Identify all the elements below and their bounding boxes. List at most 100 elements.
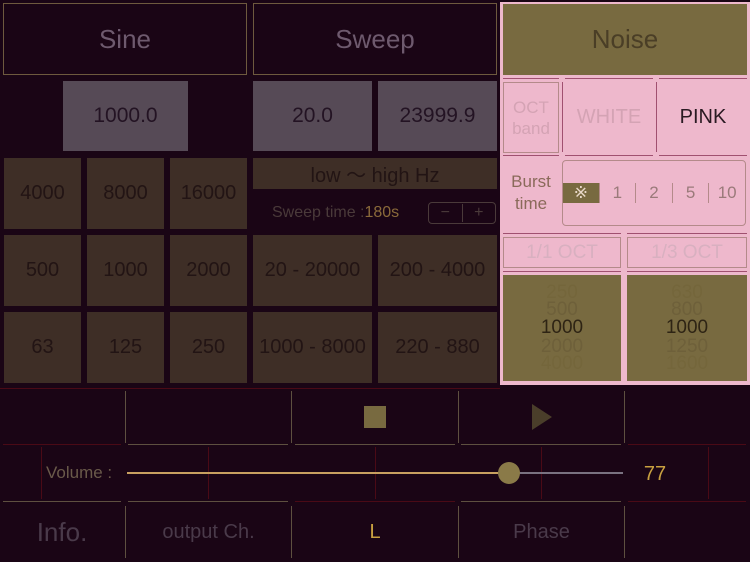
sine-mode-button[interactable]: Sine	[3, 3, 247, 75]
divider	[659, 155, 747, 156]
sweep-time-stepper[interactable]: − +	[428, 202, 496, 224]
white-label: WHITE	[576, 106, 642, 128]
volume-slider[interactable]	[127, 462, 623, 484]
sweep-preset-button[interactable]: 20 - 20000	[253, 235, 372, 306]
picker-item[interactable]: 4000	[541, 354, 583, 373]
divider	[562, 82, 563, 152]
sweep-time-increase-button[interactable]: +	[461, 204, 496, 222]
burst-time-label: Burst time	[503, 160, 559, 226]
sine-preset-label: 125	[108, 336, 143, 358]
burst-option[interactable]: 1	[598, 183, 636, 203]
burst-label-2: time	[514, 194, 548, 213]
divider	[125, 391, 126, 443]
volume-slider-thumb[interactable]	[498, 462, 520, 484]
sine-preset-button[interactable]: 125	[87, 312, 164, 383]
sweep-preset-button[interactable]: 200 - 4000	[378, 235, 497, 306]
oct-1-3-label: 1/3 OCT	[651, 241, 723, 263]
picker-item[interactable]: 630	[671, 283, 703, 302]
oct-1-1-frequency-picker[interactable]: 250 500 1000 2000 4000	[503, 275, 621, 381]
divider	[628, 501, 746, 502]
sine-preset-button[interactable]: 16000	[170, 158, 247, 229]
divider	[128, 501, 288, 502]
divider	[461, 444, 621, 445]
sine-preset-label: 4000	[20, 182, 65, 204]
sweep-preset-label: 20 - 20000	[264, 259, 361, 281]
burst-option[interactable]: 10	[708, 183, 745, 203]
sweep-preset-label: 220 - 880	[395, 336, 480, 358]
sine-preset-label: 2000	[186, 259, 231, 281]
sine-preset-button[interactable]: 500	[4, 235, 81, 306]
sine-preset-label: 250	[191, 336, 226, 358]
picker-item[interactable]: 1600	[666, 354, 708, 373]
volume-label-text: Volume :	[46, 463, 113, 482]
picker-item[interactable]: 250	[546, 283, 578, 302]
divider	[295, 501, 455, 502]
oct-1-1-button[interactable]: 1/1 OCT	[503, 237, 621, 268]
channel-value: L	[369, 520, 381, 543]
volume-label: Volume :	[46, 460, 126, 486]
divider	[624, 506, 625, 558]
picker-item[interactable]: 500	[546, 300, 578, 319]
sweep-time-decrease-button[interactable]: −	[429, 204, 462, 222]
divider	[503, 271, 621, 272]
sweep-time-label: Sweep time :	[272, 204, 365, 221]
picker-item[interactable]: 1000	[666, 318, 708, 338]
divider	[128, 444, 288, 445]
burst-label-1: Burst	[511, 172, 551, 191]
sweep-high-field[interactable]: 23999.9	[378, 81, 497, 151]
output-channel-button[interactable]: output Ch.	[126, 506, 291, 558]
sweep-direction-button[interactable]: low 〜 high Hz	[253, 158, 497, 189]
sweep-low-field[interactable]: 20.0	[253, 81, 372, 151]
noise-mode-button[interactable]: Noise	[503, 4, 747, 75]
sine-preset-button[interactable]: 8000	[87, 158, 164, 229]
sweep-label: Sweep	[335, 23, 415, 54]
oct-1-3-button[interactable]: 1/3 OCT	[627, 237, 747, 268]
oct-band-label-1: OCT	[513, 97, 549, 117]
divider	[659, 78, 747, 79]
pink-noise-button[interactable]: PINK	[659, 80, 747, 155]
channel-value-button[interactable]: L	[292, 506, 458, 558]
white-noise-button[interactable]: WHITE	[565, 80, 653, 155]
burst-option[interactable]: 5	[671, 183, 709, 203]
divider	[3, 444, 121, 445]
divider	[461, 501, 621, 502]
sine-preset-label: 63	[31, 336, 54, 358]
phase-label: Phase	[513, 520, 570, 543]
sine-preset-button[interactable]: 2000	[170, 235, 247, 306]
divider	[656, 82, 657, 152]
sine-frequency-field[interactable]: 1000.0	[63, 81, 188, 151]
burst-option[interactable]: 2	[635, 183, 672, 203]
divider	[708, 447, 709, 499]
picker-item[interactable]: 1000	[541, 318, 583, 338]
burst-time-selector[interactable]: ※ 1 2 5 10	[562, 160, 746, 226]
sine-preset-label: 500	[25, 259, 60, 281]
play-icon	[531, 404, 552, 430]
sine-preset-button[interactable]: 4000	[4, 158, 81, 229]
sweep-mode-button[interactable]: Sweep	[253, 3, 497, 75]
sweep-preset-button[interactable]: 1000 - 8000	[253, 312, 372, 383]
sweep-preset-label: 200 - 4000	[389, 259, 486, 281]
sine-preset-button[interactable]: 1000	[87, 235, 164, 306]
oct-band-button[interactable]: OCT band	[503, 82, 559, 153]
oct-band-label-2: band	[512, 118, 550, 138]
divider	[503, 233, 621, 234]
sine-preset-button[interactable]: 63	[4, 312, 81, 383]
sweep-direction-label: low 〜 high Hz	[310, 165, 440, 187]
picker-item[interactable]: 800	[671, 300, 703, 319]
burst-continuous-option[interactable]: ※	[563, 183, 599, 203]
stop-button[interactable]	[292, 391, 458, 443]
noise-panel: Noise OCT band WHITE PINK Burst time ※ 1 2…	[500, 2, 750, 385]
pink-label: PINK	[679, 106, 727, 128]
sine-preset-button[interactable]: 250	[170, 312, 247, 383]
info-button[interactable]: Info.	[0, 506, 124, 558]
oct-1-3-frequency-picker[interactable]: 630 800 1000 1250 1600	[627, 275, 747, 381]
sweep-preset-label: 1000 - 8000	[259, 336, 366, 358]
play-button[interactable]	[459, 391, 624, 443]
phase-button[interactable]: Phase	[459, 506, 624, 558]
stop-icon	[364, 406, 386, 428]
sine-frequency-value: 1000.0	[93, 104, 158, 127]
sweep-preset-button[interactable]: 220 - 880	[378, 312, 497, 383]
output-channel-label: output Ch.	[162, 520, 255, 543]
divider	[503, 155, 559, 156]
sweep-high-value: 23999.9	[399, 104, 476, 127]
